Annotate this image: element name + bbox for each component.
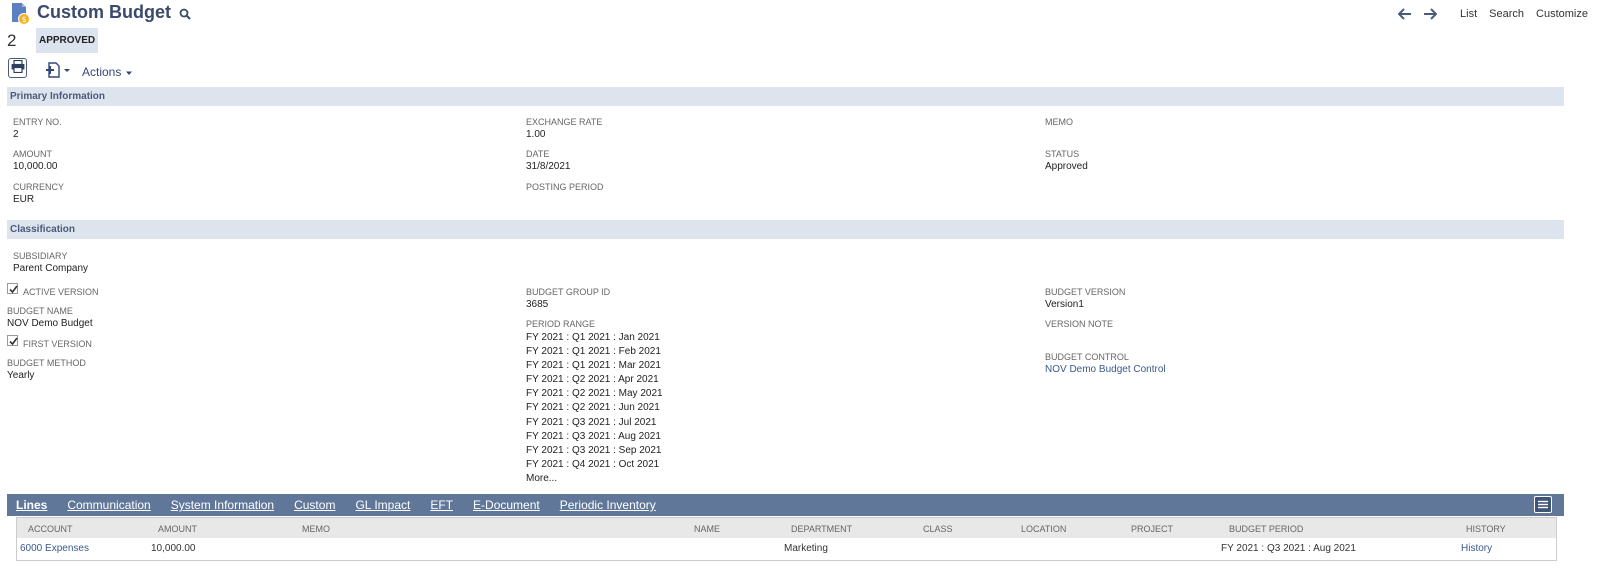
account-link[interactable]: 6000 Expenses xyxy=(20,543,89,554)
first-version-checkbox[interactable] xyxy=(7,335,18,346)
exchange-rate-value: 1.00 xyxy=(526,129,546,140)
printer-icon xyxy=(11,59,25,76)
sublist-header-row: ACCOUNT AMOUNT MEMO NAME DEPARTMENT CLAS… xyxy=(17,518,1556,538)
column-header-amount[interactable]: AMOUNT xyxy=(158,524,197,534)
subsidiary-value: Parent Company xyxy=(13,263,89,274)
subsidiary-label: SUBSIDIARY xyxy=(13,251,68,261)
tab-communication[interactable]: Communication xyxy=(67,498,150,512)
column-header-class[interactable]: CLASS xyxy=(923,524,953,534)
status-value: Approved xyxy=(1045,161,1088,172)
column-header-budget-period[interactable]: BUDGET PERIOD xyxy=(1229,524,1303,534)
currency-label: CURRENCY xyxy=(13,182,65,192)
entry-no-label: ENTRY NO. xyxy=(13,117,62,127)
period-range-item: FY 2021 : Q4 2021 : Oct 2021 xyxy=(526,458,660,470)
status-label: STATUS xyxy=(1045,149,1080,159)
history-link[interactable]: History xyxy=(1461,543,1492,554)
tab-eft[interactable]: EFT xyxy=(430,498,453,512)
actions-button[interactable]: Actions xyxy=(82,65,133,79)
budget-method-label: BUDGET METHOD xyxy=(7,358,86,368)
back-arrow-icon[interactable] xyxy=(1397,8,1412,20)
page-title: Custom Budget xyxy=(37,2,171,22)
tab-system-information[interactable]: System Information xyxy=(171,498,274,512)
primary-information-header[interactable]: Primary Information xyxy=(7,87,1564,106)
actions-label: Actions xyxy=(82,65,122,79)
period-range-item: FY 2021 : Q3 2021 : Aug 2021 xyxy=(526,430,661,442)
active-version-checkbox[interactable] xyxy=(7,283,18,294)
amount-label: AMOUNT xyxy=(13,149,52,159)
entry-no-value: 2 xyxy=(13,129,19,140)
budget-name-label: BUDGET NAME xyxy=(7,306,73,316)
budget-control-label: BUDGET CONTROL xyxy=(1045,352,1129,362)
column-header-history[interactable]: HISTORY xyxy=(1466,524,1506,534)
amount-value: 10,000.00 xyxy=(13,161,58,172)
top-nav: List Search Customize xyxy=(1397,8,1588,20)
date-label: DATE xyxy=(526,149,550,159)
column-header-location[interactable]: LOCATION xyxy=(1021,524,1066,534)
budget-control-link[interactable]: NOV Demo Budget Control xyxy=(1045,364,1166,375)
period-range-item: FY 2021 : Q2 2021 : May 2021 xyxy=(526,388,663,400)
currency-value: EUR xyxy=(13,194,35,205)
column-header-memo[interactable]: MEMO xyxy=(302,524,330,534)
tab-periodic-inventory[interactable]: Periodic Inventory xyxy=(560,498,656,512)
new-record-button[interactable] xyxy=(45,61,73,79)
period-range-item: FY 2021 : Q1 2021 : Jan 2021 xyxy=(526,332,660,343)
svg-text:$: $ xyxy=(21,15,26,24)
new-record-icon xyxy=(45,62,73,82)
posting-period-label: POSTING PERIOD xyxy=(526,182,604,192)
period-range-item: FY 2021 : Q3 2021 : Sep 2021 xyxy=(526,444,662,456)
date-value: 31/8/2021 xyxy=(526,161,571,172)
search-link[interactable]: Search xyxy=(1489,8,1524,20)
active-version-label: ACTIVE VERSION xyxy=(23,287,99,297)
list-menu-icon xyxy=(1535,500,1551,515)
caret-down-icon xyxy=(125,65,133,79)
entry-number: 2 xyxy=(7,31,17,50)
tab-custom[interactable]: Custom xyxy=(294,498,335,512)
period-range-item: FY 2021 : Q3 2021 : Jul 2021 xyxy=(526,416,657,428)
department-cell: Marketing xyxy=(784,543,828,554)
column-header-project[interactable]: PROJECT xyxy=(1131,524,1173,534)
amount-cell: 10,000.00 xyxy=(151,543,196,554)
period-range-item: FY 2021 : Q2 2021 : Apr 2021 xyxy=(526,374,659,386)
list-link[interactable]: List xyxy=(1460,8,1477,20)
budget-version-value: Version1 xyxy=(1045,299,1084,310)
lines-sublist: ACCOUNT AMOUNT MEMO NAME DEPARTMENT CLAS… xyxy=(16,517,1557,561)
check-icon xyxy=(8,336,18,347)
tab-e-document[interactable]: E-Document xyxy=(473,498,540,512)
print-button[interactable] xyxy=(8,58,27,78)
period-range-item: FY 2021 : Q1 2021 : Feb 2021 xyxy=(526,346,661,358)
classification-header[interactable]: Classification xyxy=(7,220,1564,239)
budget-record-icon: $ xyxy=(10,2,32,26)
forward-arrow-icon[interactable] xyxy=(1423,8,1438,20)
budget-group-id-value: 3685 xyxy=(526,299,549,310)
subtab-bar: Lines Communication System Information C… xyxy=(7,494,1564,516)
budget-group-id-label: BUDGET GROUP ID xyxy=(526,287,611,297)
period-range-item: FY 2021 : Q2 2021 : Jun 2021 xyxy=(526,402,660,414)
tab-lines[interactable]: Lines xyxy=(16,498,47,512)
period-range-label: PERIOD RANGE xyxy=(526,319,596,329)
column-header-department[interactable]: DEPARTMENT xyxy=(791,524,852,534)
customize-link[interactable]: Customize xyxy=(1536,8,1588,20)
more-link[interactable]: More... xyxy=(526,472,663,486)
budget-method-value: Yearly xyxy=(7,370,35,381)
tab-gl-impact[interactable]: GL Impact xyxy=(355,498,410,512)
sublist-menu-button[interactable] xyxy=(1534,496,1552,513)
period-range-item: FY 2021 : Q1 2021 : Mar 2021 xyxy=(526,360,661,372)
search-icon[interactable] xyxy=(179,8,191,20)
first-version-label: FIRST VERSION xyxy=(23,339,92,349)
column-header-account[interactable]: ACCOUNT xyxy=(28,524,73,534)
version-note-label: VERSION NOTE xyxy=(1045,319,1114,329)
memo-label: MEMO xyxy=(1045,117,1073,127)
budget-version-label: BUDGET VERSION xyxy=(1045,287,1126,297)
check-icon xyxy=(8,284,18,295)
budget-name-value: NOV Demo Budget xyxy=(7,318,93,329)
period-range-list: FY 2021 : Q1 2021 : Jan 2021 FY 2021 : Q… xyxy=(526,331,663,486)
column-header-name[interactable]: NAME xyxy=(694,524,720,534)
status-badge: APPROVED xyxy=(36,28,99,53)
budget-period-cell: FY 2021 : Q3 2021 : Aug 2021 xyxy=(1221,543,1356,554)
exchange-rate-label: EXCHANGE RATE xyxy=(526,117,603,127)
